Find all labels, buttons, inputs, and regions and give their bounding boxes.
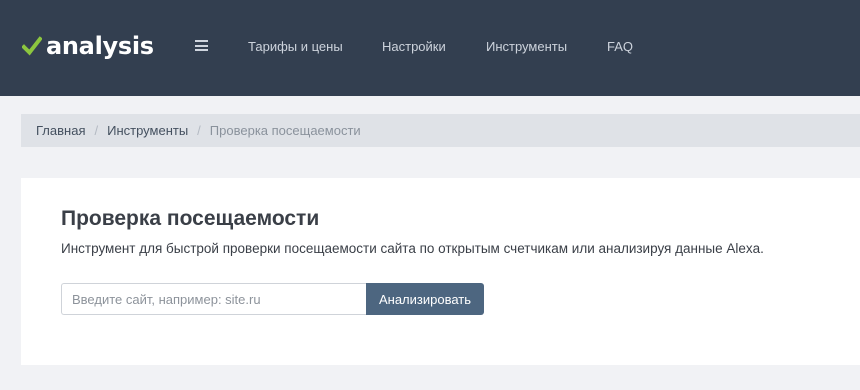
page-description: Инструмент для быстрой проверки посещаем… xyxy=(61,241,764,256)
page-title: Проверка посещаемости xyxy=(61,207,320,230)
breadcrumb: Главная / Инструменты / Проверка посещае… xyxy=(21,114,860,147)
nav-item-settings[interactable]: Настройки xyxy=(382,39,446,54)
logo[interactable]: analysis xyxy=(22,32,154,60)
breadcrumb-tools[interactable]: Инструменты xyxy=(107,123,188,138)
site-search-input[interactable] xyxy=(61,283,367,315)
breadcrumb-current: Проверка посещаемости xyxy=(209,123,361,138)
nav-item-faq[interactable]: FAQ xyxy=(607,39,633,54)
top-navbar: analysis Тарифы и цены Настройки Инструм… xyxy=(0,0,860,96)
tool-card: Проверка посещаемости Инструмент для быс… xyxy=(21,178,860,365)
breadcrumb-home[interactable]: Главная xyxy=(36,123,85,138)
breadcrumb-separator: / xyxy=(197,123,201,138)
breadcrumb-separator: / xyxy=(94,123,99,138)
nav-item-tools[interactable]: Инструменты xyxy=(486,39,567,54)
nav-item-pricing[interactable]: Тарифы и цены xyxy=(248,39,343,54)
logo-text: analysis xyxy=(46,32,154,60)
analyze-button[interactable]: Анализировать xyxy=(366,283,484,315)
checkmark-icon xyxy=(22,36,42,56)
hamburger-menu-icon[interactable] xyxy=(195,40,208,51)
